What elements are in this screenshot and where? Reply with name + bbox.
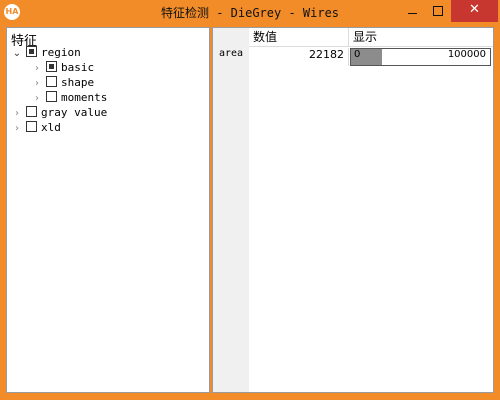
column-header-value[interactable]: 数值 [249, 28, 349, 47]
chevron-right-icon[interactable]: › [31, 78, 43, 89]
checkbox-basic[interactable] [46, 61, 57, 72]
tree-item-basic[interactable]: › basic [31, 61, 94, 76]
title-bar[interactable]: HA 特征检测 - DieGrey - Wires ✕ [0, 0, 500, 26]
minimize-icon [407, 13, 417, 14]
row-header-area[interactable]: area [213, 48, 249, 66]
checkbox-gray-value[interactable] [26, 106, 37, 117]
tree-item-label: gray value [41, 106, 108, 119]
tree-item-label: moments [61, 91, 108, 104]
feature-tree-panel: 特征 ⌄ region › basic › shape › moments › gray … [6, 27, 210, 393]
tree-item-moments[interactable]: › moments [31, 91, 107, 106]
close-button[interactable]: ✕ [451, 0, 498, 22]
checkbox-xld[interactable] [26, 121, 37, 132]
column-header-display[interactable]: 显示 [349, 28, 493, 47]
chevron-right-icon[interactable]: › [11, 108, 23, 119]
app-icon[interactable]: HA [4, 4, 20, 20]
chevron-right-icon[interactable]: › [31, 63, 43, 74]
row-header-column [213, 28, 249, 392]
chevron-right-icon[interactable]: › [11, 123, 23, 134]
tree-item-shape[interactable]: › shape [31, 76, 94, 91]
chevron-down-icon[interactable]: ⌄ [11, 48, 23, 59]
checkbox-shape[interactable] [46, 76, 57, 87]
close-icon: ✕ [469, 2, 480, 17]
progress-max-label: 100000 [447, 49, 486, 60]
tree-item-label: xld [41, 121, 61, 134]
checkbox-region[interactable] [26, 46, 37, 57]
area-value-cell[interactable]: 22182 [249, 48, 349, 66]
tree-item-label: shape [61, 76, 95, 89]
tree-item-xld[interactable]: › xld [11, 121, 61, 136]
maximize-button[interactable] [425, 0, 451, 22]
tree-item-gray-value[interactable]: › gray value [11, 106, 107, 121]
results-grid: 数值 显示 area 22182 0 100000 [212, 27, 494, 393]
minimize-button[interactable] [399, 0, 425, 22]
tree-item-label: region [41, 46, 81, 59]
chevron-right-icon[interactable]: › [31, 93, 43, 104]
area-progress-bar: 0 100000 [350, 48, 491, 66]
tree-item-region[interactable]: ⌄ region [11, 46, 81, 61]
checkbox-moments[interactable] [46, 91, 57, 102]
tree-item-label: basic [61, 61, 95, 74]
maximize-icon [433, 6, 443, 16]
progress-min-label: 0 [354, 49, 361, 60]
